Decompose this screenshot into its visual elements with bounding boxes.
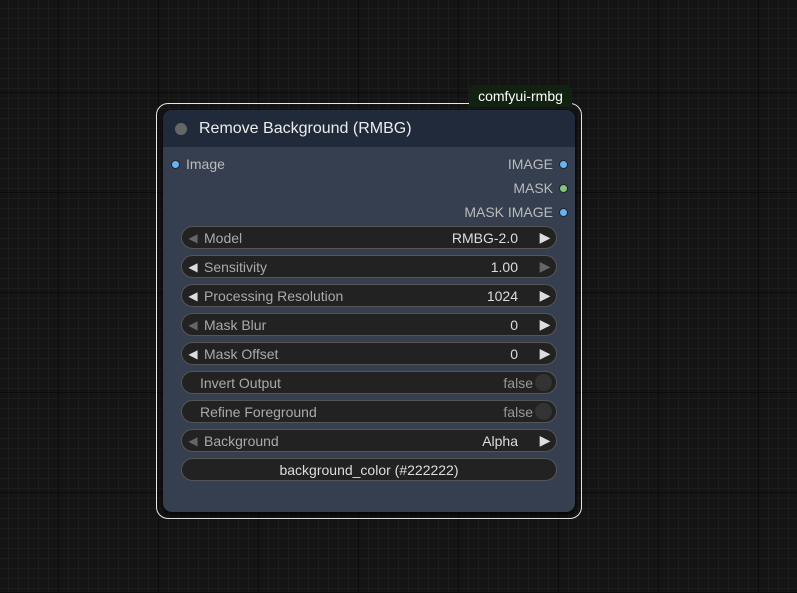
widget-label: Processing Resolution — [204, 287, 344, 304]
widget-label: Mask Blur — [204, 316, 267, 333]
decrement-arrow-icon[interactable]: ◀ — [182, 318, 204, 332]
increment-arrow-icon[interactable]: ▶ — [534, 287, 556, 304]
collapse-dot-icon[interactable] — [175, 122, 187, 135]
decrement-arrow-icon[interactable]: ◀ — [182, 260, 204, 274]
widget-label: Model — [204, 229, 243, 246]
widget-refine-foreground[interactable]: Refine Foreground false — [181, 400, 557, 423]
increment-arrow-icon[interactable]: ▶ — [534, 229, 556, 246]
output-label: MASK — [513, 180, 553, 196]
remove-background-node[interactable]: Remove Background (RMBG) Image IMAGE MASK… — [163, 110, 575, 512]
decrement-arrow-icon[interactable]: ◀ — [182, 347, 204, 361]
widget-value: Alpha — [482, 432, 518, 449]
widget-label: Refine Foreground — [200, 403, 317, 420]
node-title-bar[interactable]: Remove Background (RMBG) — [163, 110, 575, 147]
increment-arrow-icon[interactable]: ▶ — [534, 432, 556, 449]
output-dot-icon[interactable] — [559, 183, 568, 193]
widget-invert-output[interactable]: Invert Output false — [181, 371, 557, 394]
node-title: Remove Background (RMBG) — [199, 119, 412, 137]
widget-value: 1.00 — [490, 258, 518, 275]
widget-mask-offset[interactable]: ◀ Mask Offset 0 ▶ — [181, 342, 557, 365]
widget-label: Sensitivity — [204, 258, 268, 275]
decrement-arrow-icon[interactable]: ◀ — [182, 289, 204, 303]
decrement-arrow-icon[interactable]: ◀ — [182, 231, 204, 245]
widget-model[interactable]: ◀ Model RMBG-2.0 ▶ — [181, 226, 557, 249]
widget-label: Background — [204, 432, 279, 449]
widget-sensitivity[interactable]: ◀ Sensitivity 1.00 ▶ — [181, 255, 557, 278]
widget-value: 0 — [510, 345, 518, 362]
toggle-icon[interactable] — [535, 374, 552, 391]
widget-label: Mask Offset — [204, 345, 279, 362]
node-source-badge: comfyui-rmbg — [469, 85, 572, 107]
widget-label: Invert Output — [200, 374, 281, 391]
widget-value: RMBG-2.0 — [451, 229, 518, 246]
widget-background[interactable]: ◀ Background Alpha ▶ — [181, 429, 557, 452]
input-label: Image — [186, 156, 225, 172]
increment-arrow-icon[interactable]: ▶ — [534, 258, 556, 275]
input-dot-icon[interactable] — [171, 159, 180, 169]
increment-arrow-icon[interactable]: ▶ — [534, 316, 556, 333]
widget-processing-resolution[interactable]: ◀ Processing Resolution 1024 ▶ — [181, 284, 557, 307]
output-label: MASK IMAGE — [464, 204, 553, 220]
background-color-button[interactable]: background_color (#222222) — [181, 458, 557, 481]
widget-value: false — [503, 403, 533, 420]
toggle-icon[interactable] — [535, 403, 552, 420]
output-label: IMAGE — [507, 156, 553, 172]
widget-value: false — [503, 374, 533, 391]
output-dot-icon[interactable] — [559, 159, 568, 169]
output-slot[interactable]: MASK — [513, 180, 568, 196]
input-slot-image[interactable]: Image — [171, 156, 225, 172]
decrement-arrow-icon[interactable]: ◀ — [182, 434, 204, 448]
widget-value: 0 — [510, 316, 518, 333]
output-slot[interactable]: IMAGE — [508, 156, 568, 172]
increment-arrow-icon[interactable]: ▶ — [534, 345, 556, 362]
widget-mask-blur[interactable]: ◀ Mask Blur 0 ▶ — [181, 313, 557, 336]
output-slot[interactable]: MASK IMAGE — [464, 204, 568, 220]
output-dot-icon[interactable] — [559, 207, 568, 217]
widget-value: 1024 — [486, 287, 518, 304]
